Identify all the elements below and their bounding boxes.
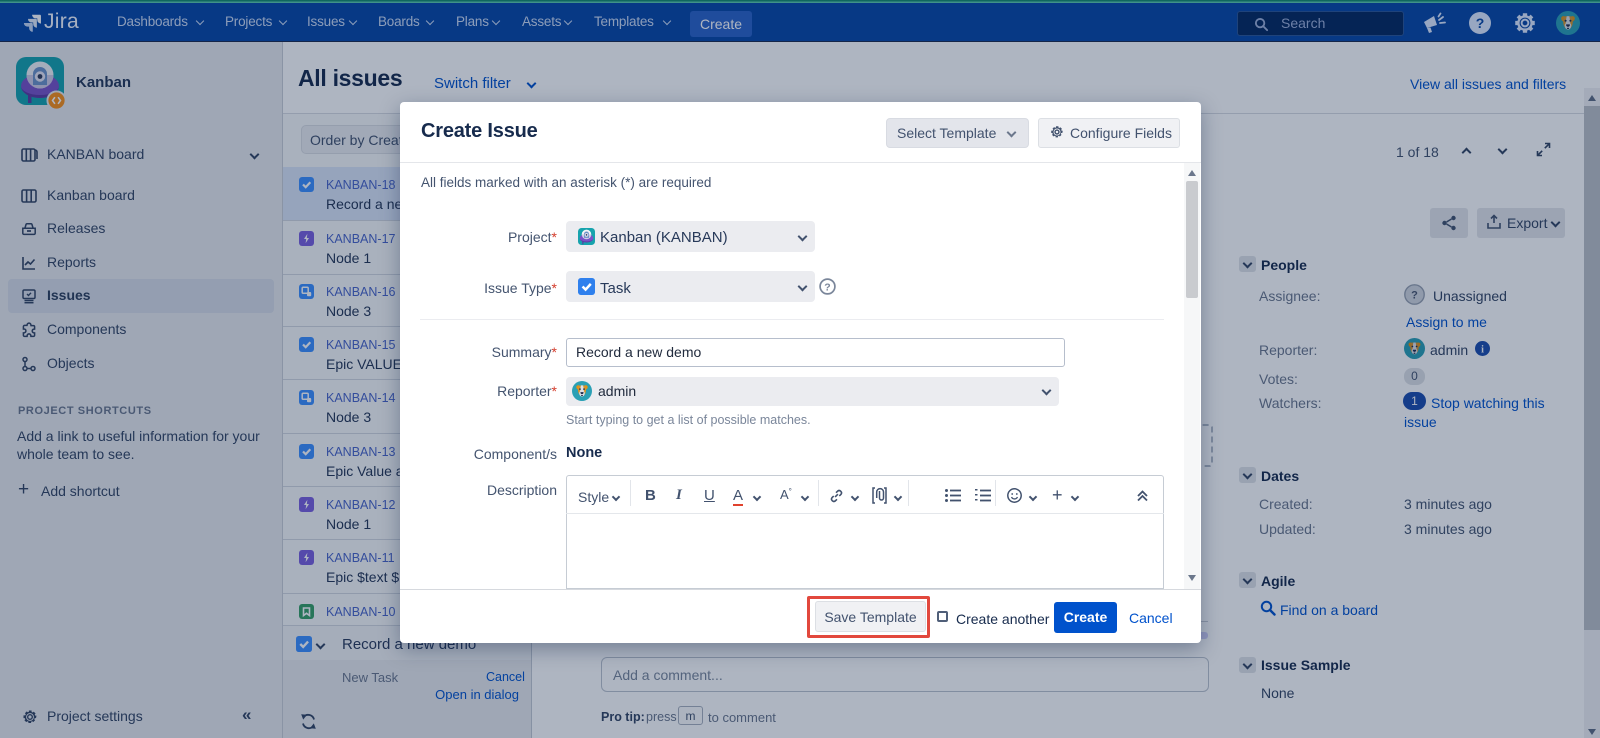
svg-text:?: ? (824, 282, 830, 294)
